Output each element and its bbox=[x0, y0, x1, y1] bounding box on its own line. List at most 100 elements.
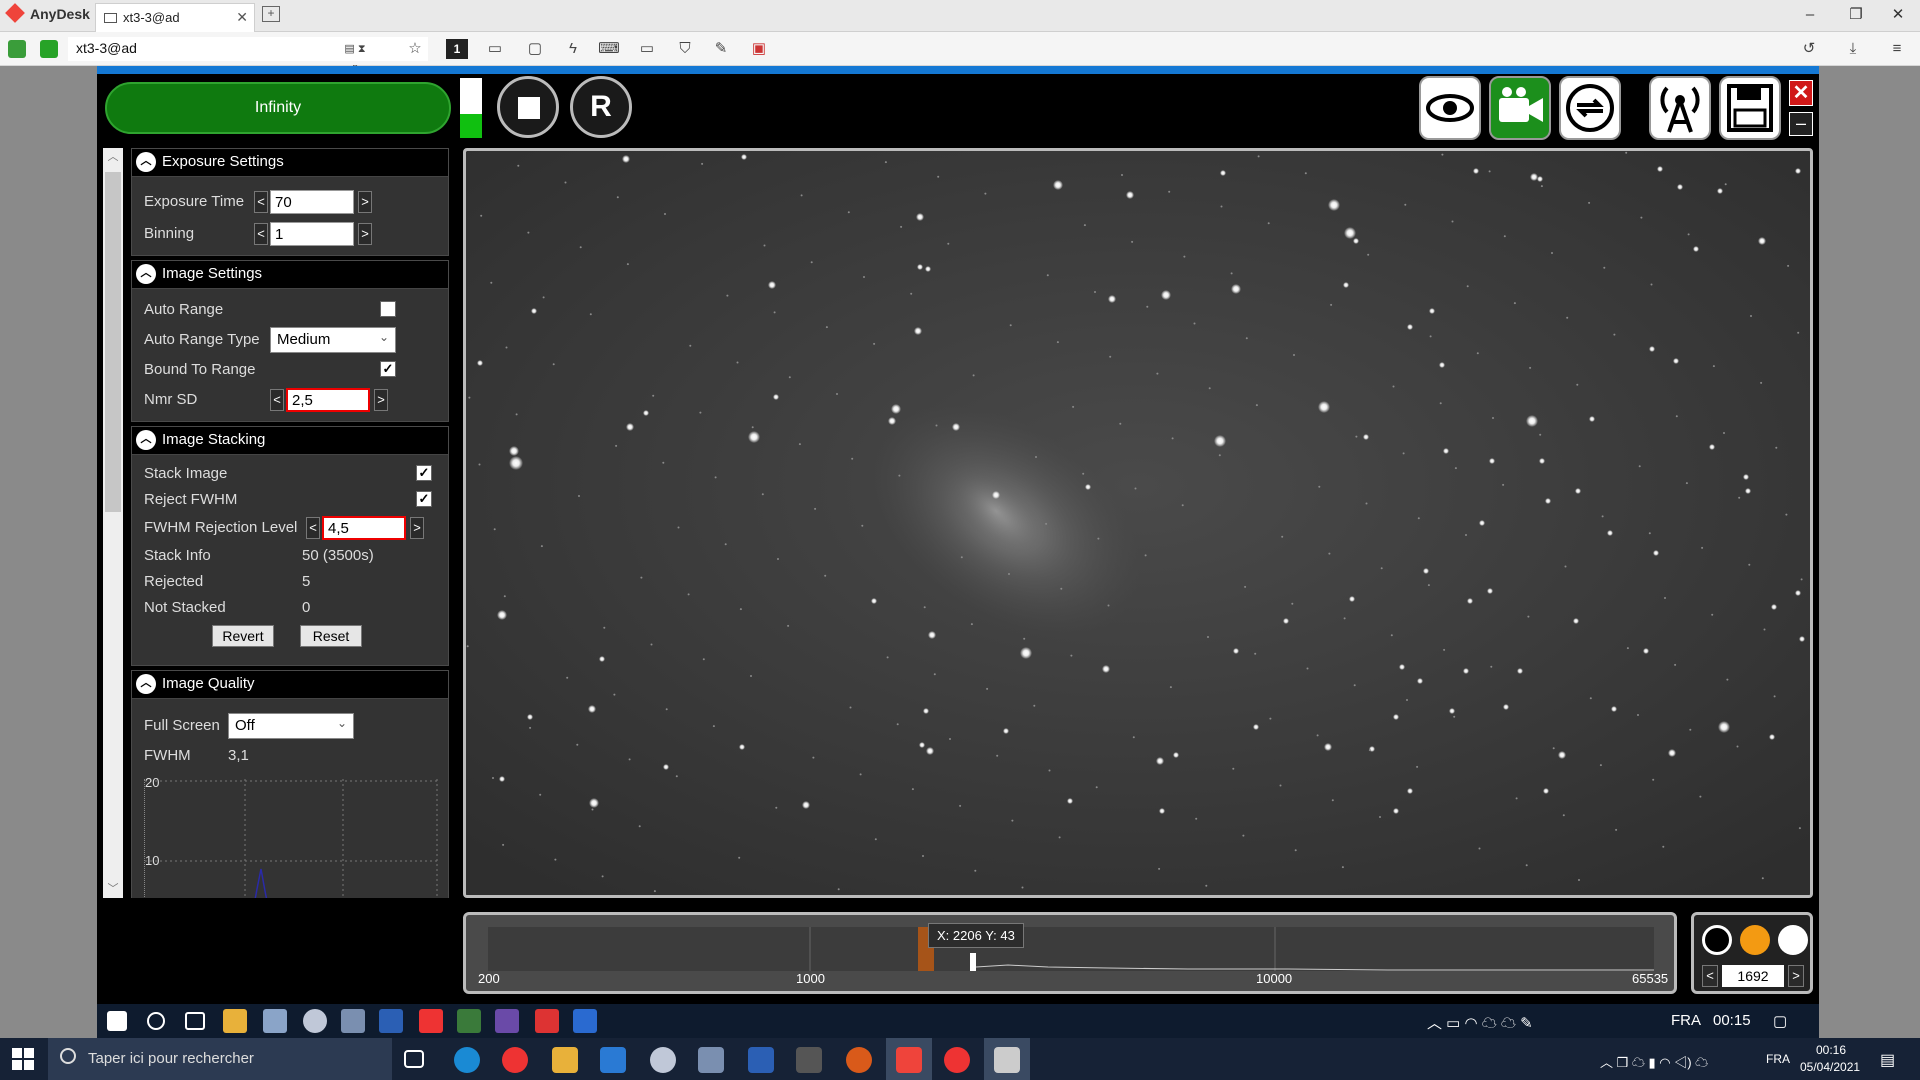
permissions-shield-icon[interactable]: ⛉ bbox=[674, 39, 696, 59]
collapse-chevron-icon[interactable]: ︿ bbox=[136, 430, 156, 450]
remote-start-icon[interactable] bbox=[107, 1011, 127, 1031]
remote-vivaldi-icon[interactable] bbox=[419, 1009, 443, 1033]
whiteboard-pen-icon[interactable]: ✎ bbox=[710, 39, 732, 59]
verified-icon[interactable] bbox=[40, 40, 58, 58]
close-app-button[interactable]: ✕ bbox=[1789, 80, 1813, 106]
remote-tray-icons[interactable]: ︿ ▭ ◠ ☁ ☁ ✎ bbox=[1427, 1012, 1533, 1033]
remote-clock[interactable]: 00:15 bbox=[1713, 1012, 1751, 1029]
local-clock[interactable]: 00:16 bbox=[1816, 1043, 1846, 1057]
live-image-view[interactable] bbox=[463, 148, 1813, 898]
white-color-option[interactable] bbox=[1778, 925, 1808, 955]
binning-input[interactable] bbox=[270, 222, 354, 246]
chat-icon[interactable]: ▢ bbox=[524, 39, 546, 59]
remote-app-icon-3[interactable] bbox=[341, 1009, 365, 1033]
remote-word-icon[interactable] bbox=[379, 1009, 403, 1033]
bound-to-range-checkbox[interactable]: ✓ bbox=[380, 361, 396, 377]
scroll-thumb[interactable] bbox=[105, 172, 121, 512]
word-icon[interactable] bbox=[748, 1047, 774, 1073]
vivaldi-icon[interactable] bbox=[502, 1047, 528, 1073]
edge-icon[interactable] bbox=[454, 1047, 480, 1073]
exposure-settings-header[interactable]: ︿ Exposure Settings bbox=[132, 149, 448, 177]
stop-button[interactable] bbox=[497, 76, 559, 138]
loop-button[interactable] bbox=[1559, 76, 1621, 140]
full-screen-select[interactable]: Off ⌄ bbox=[228, 713, 354, 739]
infinity-button[interactable]: Infinity bbox=[105, 82, 451, 134]
remote-anydesk-icon[interactable] bbox=[535, 1009, 559, 1033]
minimize-window-button[interactable]: – bbox=[1790, 4, 1830, 28]
file-explorer-icon[interactable] bbox=[552, 1047, 578, 1073]
settings-scrollbar[interactable]: ︿ ﹀ bbox=[103, 148, 123, 898]
favorite-star-icon[interactable]: ☆ bbox=[404, 39, 426, 59]
app-icon-2[interactable] bbox=[698, 1047, 724, 1073]
monitor-select-button[interactable]: 1 bbox=[446, 39, 468, 59]
remote-app-icon-5[interactable] bbox=[495, 1009, 519, 1033]
restore-window-button[interactable]: ❐ bbox=[1836, 4, 1876, 28]
camera-icon[interactable] bbox=[796, 1047, 822, 1073]
binning-decrement[interactable]: < bbox=[254, 223, 268, 245]
histogram-plot[interactable] bbox=[488, 927, 1654, 971]
reset-button[interactable]: Reset bbox=[300, 625, 362, 647]
exposure-time-input[interactable] bbox=[270, 190, 354, 214]
address-field[interactable]: xt3-3@ad bbox=[68, 37, 428, 61]
menu-icon[interactable]: ≡ bbox=[1886, 39, 1908, 59]
reject-fwhm-checkbox[interactable]: ✓ bbox=[416, 491, 432, 507]
fwhm-rejection-decrement[interactable]: < bbox=[306, 517, 320, 539]
mail-icon[interactable] bbox=[600, 1047, 626, 1073]
remote-notification-icon[interactable]: ▢ bbox=[1773, 1012, 1787, 1030]
remote-app-icon-4[interactable] bbox=[457, 1009, 481, 1033]
history-icon[interactable]: ↺ bbox=[1798, 39, 1820, 59]
app-icon-1[interactable] bbox=[650, 1047, 676, 1073]
remote-app-icon-2[interactable] bbox=[303, 1009, 327, 1033]
local-lang[interactable]: FRA bbox=[1766, 1052, 1790, 1066]
video-camera-button[interactable] bbox=[1489, 76, 1551, 140]
display-value-increment[interactable]: > bbox=[1788, 965, 1804, 987]
remote-search-icon[interactable] bbox=[147, 1012, 165, 1030]
save-button[interactable] bbox=[1719, 76, 1781, 140]
auto-range-checkbox[interactable] bbox=[380, 301, 396, 317]
remote-lang[interactable]: FRA bbox=[1671, 1012, 1701, 1029]
histogram-panel[interactable]: 200 1000 10000 65535 X: 2206 Y: 43 bbox=[463, 912, 1677, 994]
app-icon-3[interactable] bbox=[846, 1047, 872, 1073]
taskbar-search-box[interactable]: Taper ici pour rechercher bbox=[48, 1038, 392, 1080]
nmr-sd-decrement[interactable]: < bbox=[270, 389, 284, 411]
image-quality-header[interactable]: ︿ Image Quality bbox=[132, 671, 448, 699]
exposure-time-decrement[interactable]: < bbox=[254, 191, 268, 213]
collapse-chevron-icon[interactable]: ︿ bbox=[136, 152, 156, 172]
broadcast-antenna-button[interactable] bbox=[1649, 76, 1711, 140]
auto-range-type-select[interactable]: Medium ⌄ bbox=[270, 327, 396, 353]
tray-icons[interactable]: ︿ ❒ ☁ ▮ ◠ ◁) ☁ bbox=[1600, 1052, 1708, 1071]
remote-app-icon-1[interactable] bbox=[263, 1009, 287, 1033]
app-icon-4[interactable] bbox=[994, 1047, 1020, 1073]
stack-image-checkbox[interactable]: ✓ bbox=[416, 465, 432, 481]
actions-lightning-icon[interactable]: ϟ bbox=[562, 39, 584, 59]
view-eye-button[interactable] bbox=[1419, 76, 1481, 140]
revert-button[interactable]: Revert bbox=[212, 625, 274, 647]
binning-increment[interactable]: > bbox=[358, 223, 372, 245]
display-icon[interactable]: ▭ bbox=[636, 39, 658, 59]
windows-start-icon[interactable] bbox=[12, 1048, 34, 1070]
r-button[interactable]: R bbox=[570, 76, 632, 138]
remote-task-view-icon[interactable] bbox=[185, 1012, 205, 1030]
collapse-chevron-icon[interactable]: ︿ bbox=[136, 674, 156, 694]
orange-color-option[interactable] bbox=[1740, 925, 1770, 955]
remote-file-explorer-icon[interactable] bbox=[223, 1009, 247, 1033]
close-window-button[interactable]: ✕ bbox=[1878, 4, 1918, 28]
display-value-input[interactable]: 1692 bbox=[1722, 965, 1784, 987]
image-settings-header[interactable]: ︿ Image Settings bbox=[132, 261, 448, 289]
address-actions-icon[interactable]: ▤ ⧗ ▯ bbox=[344, 39, 366, 75]
exposure-time-increment[interactable]: > bbox=[358, 191, 372, 213]
record-session-icon[interactable]: ▣ bbox=[748, 39, 770, 59]
anydesk-taskbar-icon[interactable] bbox=[896, 1047, 922, 1073]
session-tab[interactable]: xt3-3@ad ✕ bbox=[95, 3, 255, 32]
nmr-sd-increment[interactable]: > bbox=[374, 389, 388, 411]
scroll-down-icon[interactable]: ﹀ bbox=[103, 880, 123, 898]
fwhm-rejection-input[interactable] bbox=[322, 516, 406, 540]
remote-app-icon-6[interactable] bbox=[573, 1009, 597, 1033]
file-transfer-icon[interactable]: ▭ bbox=[484, 39, 506, 59]
display-value-decrement[interactable]: < bbox=[1702, 965, 1718, 987]
action-center-icon[interactable]: ▤ bbox=[1880, 1050, 1895, 1070]
task-view-icon[interactable] bbox=[404, 1050, 424, 1068]
new-tab-button[interactable]: + bbox=[262, 6, 280, 22]
connection-status-icon[interactable] bbox=[8, 40, 26, 58]
download-icon[interactable]: ⤓ bbox=[1842, 39, 1864, 59]
